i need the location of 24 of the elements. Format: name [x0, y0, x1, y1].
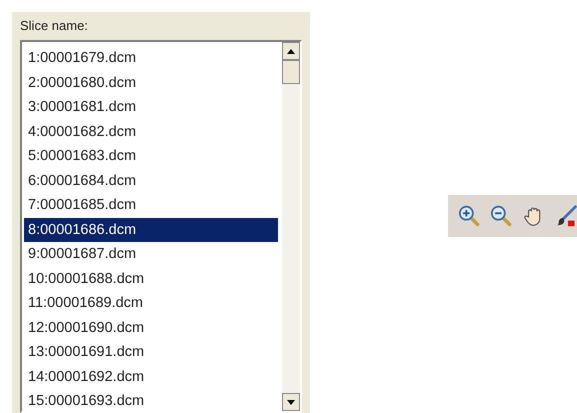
slice-item[interactable]: 6:00001684.dcm — [24, 168, 278, 193]
slice-item[interactable]: 5:00001683.dcm — [24, 144, 278, 168]
slice-item[interactable]: 14:00001692.dcm — [24, 364, 278, 389]
scroll-down-button[interactable] — [282, 393, 300, 411]
slice-item[interactable]: 13:00001691.dcm — [24, 340, 278, 364]
slice-item[interactable]: 9:00001687.dcm — [24, 242, 278, 266]
slice-item[interactable]: 4:00001682.dcm — [24, 120, 278, 144]
slice-item[interactable]: 15:00001693.dcm — [24, 389, 278, 411]
zoom-out-icon[interactable] — [490, 204, 512, 228]
slice-item[interactable]: 3:00001681.dcm — [24, 95, 278, 120]
slice-item[interactable]: 11:00001689.dcm — [24, 291, 278, 316]
slice-item[interactable]: 7:00001685.dcm — [24, 193, 278, 218]
scroll-up-button[interactable] — [282, 42, 300, 60]
slice-item[interactable]: 10:00001688.dcm — [24, 266, 278, 291]
slice-item[interactable]: 1:00001679.dcm — [24, 46, 278, 70]
slice-item[interactable]: 2:00001680.dcm — [24, 70, 278, 95]
scrollbar[interactable] — [282, 42, 300, 411]
up-arrow-icon — [287, 48, 295, 54]
zoom-in-icon[interactable] — [458, 204, 480, 228]
down-arrow-icon — [287, 400, 295, 404]
scroll-thumb[interactable] — [282, 60, 300, 84]
slice-item[interactable]: 8:00001686.dcm — [24, 218, 278, 242]
slice-name-label: Slice name: — [20, 18, 89, 34]
slice-item[interactable]: 12:00001690.dcm — [24, 316, 278, 340]
